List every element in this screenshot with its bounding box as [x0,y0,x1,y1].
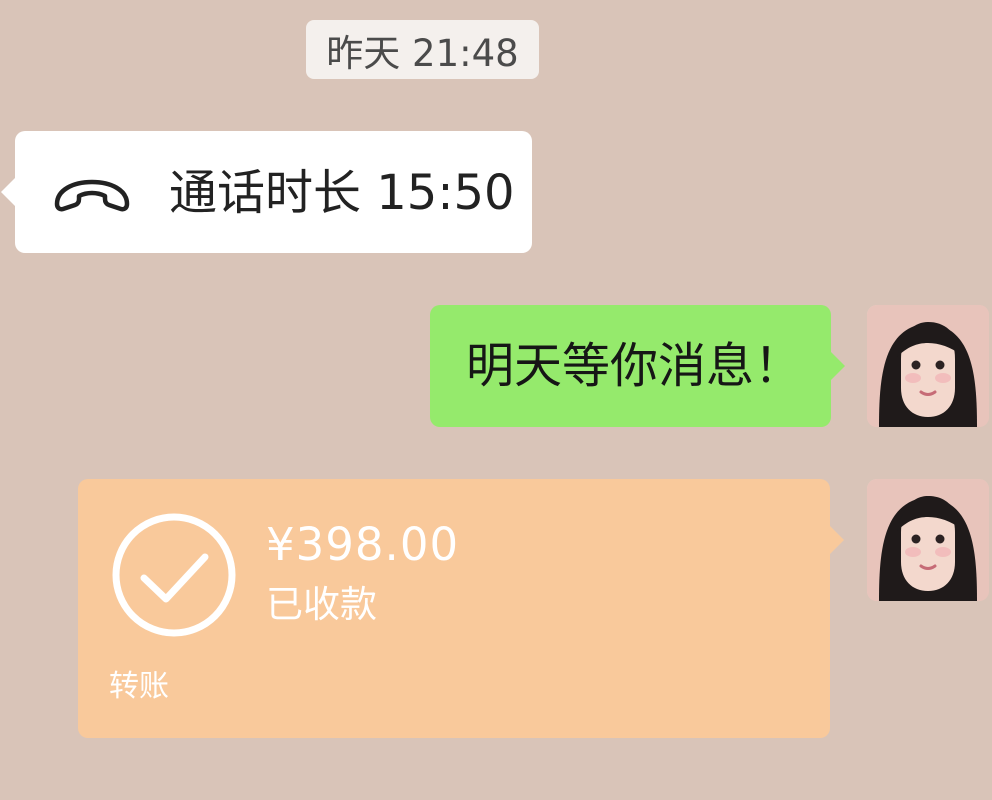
phone-hangup-icon [54,179,130,212]
transfer-status: 已收款 [266,583,377,626]
timestamp-badge: 昨天 21:48 [306,20,539,79]
outgoing-message-bubble[interactable]: 明天等你消息！ [430,305,845,427]
transfer-divider [78,659,830,660]
transfer-label: 转账 [109,669,169,704]
avatar[interactable] [867,305,989,427]
call-duration-text: 通话时长 15:50 [169,165,515,221]
transfer-amount: ¥398.00 [266,518,460,571]
message-text: 明天等你消息！ [466,338,803,394]
checkmark-circle-icon [112,513,236,637]
call-record-bubble[interactable]: 通话时长 15:50 [1,131,532,253]
transfer-card[interactable]: ¥398.00 已收款 转账 [78,479,844,738]
avatar[interactable] [867,479,989,601]
